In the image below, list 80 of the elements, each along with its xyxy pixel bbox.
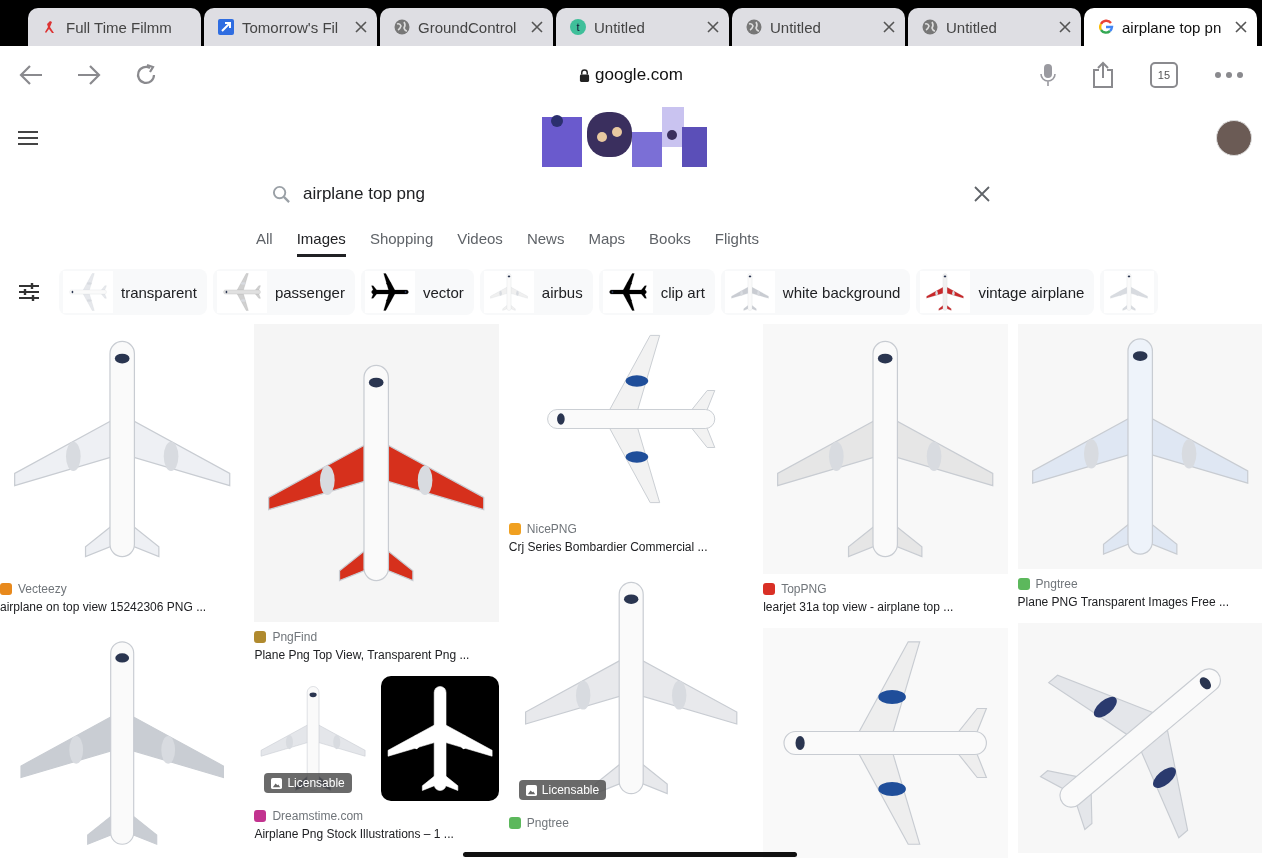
reload-icon[interactable] — [134, 63, 158, 87]
tab-title[interactable]: Untitled — [594, 18, 699, 36]
arrow-square-icon — [218, 19, 234, 35]
search-tab[interactable]: Shopping — [369, 230, 434, 257]
browser-tab[interactable]: t Untitled — [556, 8, 729, 46]
search-tab[interactable]: Images — [296, 230, 346, 257]
image-icon — [525, 784, 537, 796]
source-name[interactable]: PngFind — [272, 630, 318, 644]
source-name[interactable]: Pngtree — [526, 816, 569, 830]
forward-arrow-icon[interactable] — [76, 63, 102, 87]
browser-tab[interactable]: Untitled — [908, 8, 1081, 46]
search-icon[interactable] — [272, 184, 291, 204]
source-name[interactable]: NicePNG — [526, 522, 577, 536]
tag-text: Licensable — [287, 776, 345, 790]
filter-chip[interactable]: vintage airplane — [916, 269, 1095, 315]
source-name[interactable]: Pngtree — [1035, 577, 1078, 591]
search-tab[interactable]: Books — [649, 230, 691, 257]
source-name[interactable]: TopPNG — [781, 582, 827, 596]
search-tab[interactable]: All — [256, 230, 273, 257]
tab-title[interactable]: Full Time Filmm — [66, 18, 191, 36]
search-tab[interactable]: Videos — [457, 230, 503, 257]
filter-chip[interactable]: passenger — [212, 269, 355, 315]
close-icon[interactable] — [1059, 21, 1071, 33]
filter-chip[interactable]: transparent — [59, 269, 207, 315]
avatar-icon[interactable] — [1216, 120, 1252, 156]
chip-label[interactable]: transparent — [121, 283, 197, 301]
chip-label[interactable]: clip art — [660, 283, 705, 301]
browser-tab[interactable]: Full Time Filmm — [28, 8, 201, 46]
source-name[interactable]: Dreamstime.com — [272, 809, 364, 823]
filter-chip[interactable]: airbus — [479, 269, 593, 315]
result-title[interactable]: Crj Series Bombardier Commercial ... — [508, 540, 754, 554]
globe-icon — [922, 19, 938, 35]
image-icon — [271, 777, 283, 789]
tab-count-button[interactable]: 15 — [1150, 62, 1178, 88]
chip-label[interactable]: white background — [782, 283, 901, 301]
search-tab[interactable]: Flights — [714, 230, 759, 257]
tab-title[interactable]: Untitled — [770, 18, 875, 36]
chip-label[interactable]: vector — [422, 283, 464, 301]
chip-label[interactable]: airbus — [541, 283, 583, 301]
microphone-icon[interactable] — [1040, 63, 1056, 87]
result-title[interactable]: airplane on top view 15242306 PNG ... — [0, 600, 245, 614]
result-title[interactable]: learjet 31a top view - airplane top ... — [763, 600, 1008, 614]
close-icon[interactable] — [707, 21, 719, 33]
chip-label[interactable]: passenger — [274, 283, 345, 301]
tab-title[interactable]: Untitled — [946, 18, 1051, 36]
close-icon[interactable] — [883, 21, 895, 33]
browser-tab[interactable]: Tomorrow's Fil — [204, 8, 377, 46]
share-icon[interactable] — [1092, 61, 1114, 89]
tab-title[interactable]: GroundControl — [418, 18, 523, 36]
lock-icon — [579, 68, 591, 82]
address-text[interactable]: google.com — [595, 65, 683, 85]
google-icon — [1098, 19, 1114, 35]
result-title[interactable]: Airplane Png Stock Illustrations – 1 ... — [254, 827, 499, 841]
close-icon[interactable] — [531, 21, 543, 33]
filter-icon[interactable] — [19, 283, 39, 301]
menu-icon[interactable] — [18, 130, 38, 146]
back-arrow-icon[interactable] — [18, 63, 44, 87]
browser-tab[interactable]: Untitled — [732, 8, 905, 46]
globe-icon — [394, 19, 410, 35]
chip-label[interactable]: vintage airplane — [978, 283, 1085, 301]
tag-text: Licensable — [541, 783, 600, 797]
result-title[interactable]: Plane PNG Transparent Images Free ... — [1017, 595, 1262, 609]
source-name[interactable]: Vecteezy — [18, 582, 67, 596]
more-icon[interactable] — [1214, 71, 1244, 79]
filter-chip[interactable]: white background — [720, 269, 911, 315]
search-field[interactable]: airplane top png — [303, 184, 962, 204]
search-tab[interactable]: Maps — [588, 230, 626, 257]
filter-chip[interactable]: vector — [360, 269, 474, 315]
filter-chip[interactable]: clip art — [598, 269, 715, 315]
result-title[interactable]: Plane Png Top View, Transparent Png ... — [254, 648, 499, 662]
close-icon[interactable] — [974, 186, 990, 202]
globe-icon — [746, 19, 762, 35]
tab-title[interactable]: airplane top pn — [1122, 18, 1227, 36]
close-icon[interactable] — [1235, 21, 1247, 33]
tab-title[interactable]: Tomorrow's Fil — [242, 18, 347, 36]
close-icon[interactable] — [355, 21, 367, 33]
browser-tab[interactable]: airplane top pn — [1084, 8, 1257, 46]
favicon-letter: t — [570, 19, 586, 35]
browser-tab[interactable]: GroundControl — [380, 8, 553, 46]
search-tab[interactable]: News — [526, 230, 565, 257]
